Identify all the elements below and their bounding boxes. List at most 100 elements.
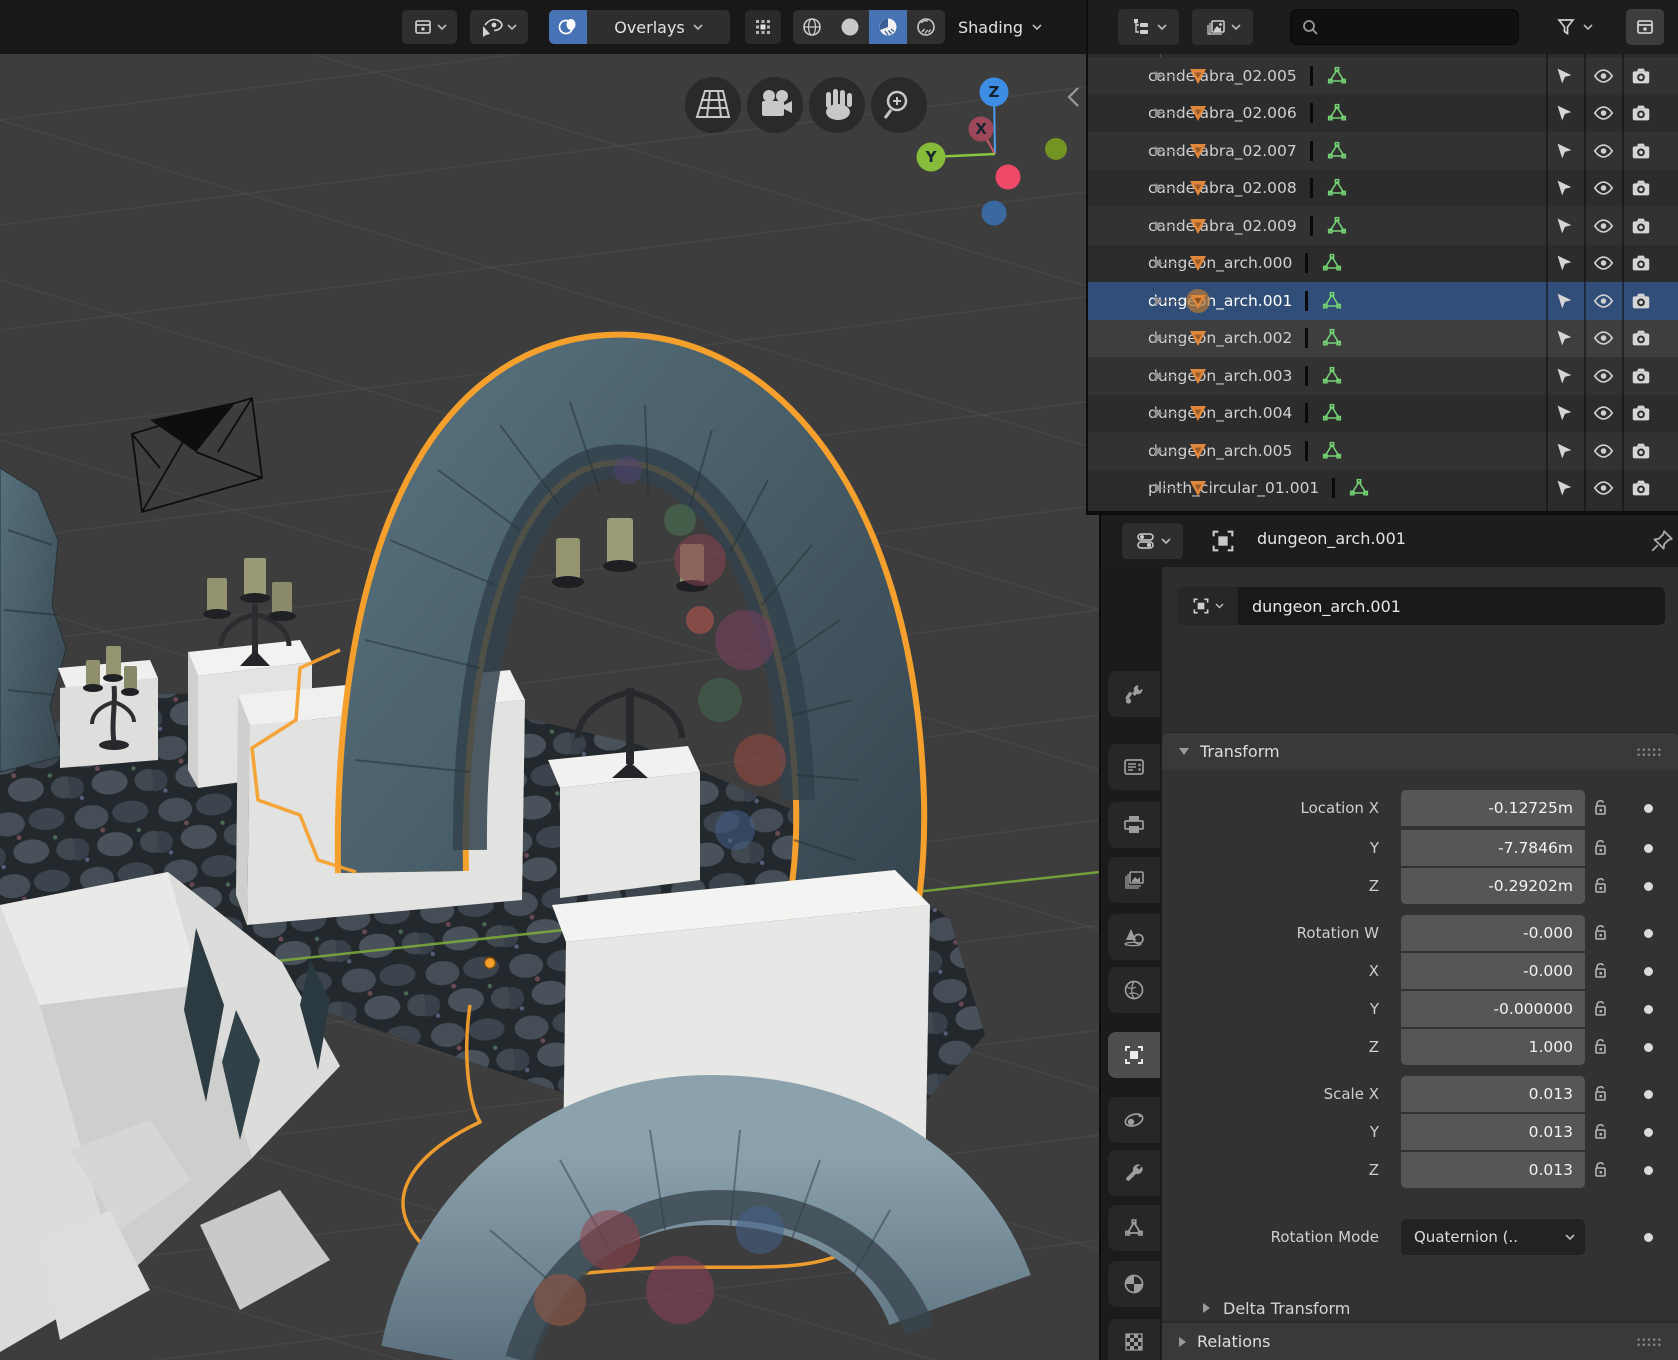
rendered-shading-button[interactable] xyxy=(907,10,945,44)
location-x-field[interactable]: -0.12725m xyxy=(1401,790,1585,826)
expand-arrow-icon[interactable] xyxy=(1154,332,1163,344)
select-cursor-icon[interactable] xyxy=(1553,477,1575,499)
restriction-toggles-button[interactable] xyxy=(1626,9,1664,45)
render-camera-icon[interactable] xyxy=(1630,290,1652,312)
expand-arrow-icon[interactable] xyxy=(1154,295,1163,307)
hide-eye-icon[interactable] xyxy=(1592,102,1615,124)
hide-eye-icon[interactable] xyxy=(1592,252,1615,274)
scale-x-field[interactable]: 0.013 xyxy=(1401,1076,1585,1112)
outliner-row[interactable]: dungeon_arch.005 xyxy=(1088,432,1678,470)
wireframe-shading-button[interactable] xyxy=(793,10,831,44)
hide-eye-icon[interactable] xyxy=(1592,65,1615,87)
expand-arrow-icon[interactable] xyxy=(1154,482,1163,494)
location-y-field[interactable]: -7.7846m xyxy=(1401,830,1585,866)
rotation-x-field[interactable]: -0.000 xyxy=(1401,953,1585,989)
hide-eye-icon[interactable] xyxy=(1592,215,1615,237)
outliner-row[interactable]: candelabra_02.005 xyxy=(1088,57,1678,95)
select-cursor-icon[interactable] xyxy=(1553,140,1575,162)
tab-view-layer[interactable] xyxy=(1108,857,1160,903)
outliner-row[interactable]: plinth_circular_01.001 xyxy=(1088,470,1678,508)
select-cursor-icon[interactable] xyxy=(1553,65,1575,87)
render-camera-icon[interactable] xyxy=(1630,327,1652,349)
lock-icon[interactable] xyxy=(1592,923,1609,943)
render-camera-icon[interactable] xyxy=(1630,252,1652,274)
select-cursor-icon[interactable] xyxy=(1553,177,1575,199)
panel-drag-handle[interactable] xyxy=(1636,747,1662,757)
expand-arrow-icon[interactable] xyxy=(1154,257,1163,269)
editor-type-outliner-button[interactable] xyxy=(1118,9,1179,45)
render-camera-icon[interactable] xyxy=(1630,402,1652,424)
rotation-w-field[interactable]: -0.000 xyxy=(1401,915,1585,951)
lock-icon[interactable] xyxy=(1592,1084,1609,1104)
hide-eye-icon[interactable] xyxy=(1592,365,1615,387)
select-cursor-icon[interactable] xyxy=(1553,327,1575,349)
expand-arrow-icon[interactable] xyxy=(1154,145,1163,157)
animate-dot[interactable] xyxy=(1644,929,1653,938)
shading-dropdown-label[interactable]: Shading xyxy=(958,18,1023,37)
expand-arrow-icon[interactable] xyxy=(1154,107,1163,119)
rotation-y-field[interactable]: -0.000000 xyxy=(1401,991,1585,1027)
outliner-row[interactable]: candelabra_02.009 xyxy=(1088,207,1678,245)
select-cursor-icon[interactable] xyxy=(1553,215,1575,237)
tab-scene[interactable] xyxy=(1108,914,1160,960)
transform-panel-header[interactable]: Transform xyxy=(1162,732,1678,770)
lock-icon[interactable] xyxy=(1592,961,1609,981)
select-cursor-icon[interactable] xyxy=(1553,365,1575,387)
expand-arrow-icon[interactable] xyxy=(1154,370,1163,382)
hide-eye-icon[interactable] xyxy=(1592,440,1615,462)
render-camera-icon[interactable] xyxy=(1630,215,1652,237)
expand-arrow-icon[interactable] xyxy=(1154,182,1163,194)
xray-toggle-button[interactable] xyxy=(745,10,781,44)
tab-object[interactable] xyxy=(1108,1032,1160,1078)
tab-object-data[interactable] xyxy=(1108,1205,1160,1251)
location-z-field[interactable]: -0.29202m xyxy=(1401,868,1585,904)
object-name-field[interactable]: dungeon_arch.001 xyxy=(1238,587,1665,625)
animate-dot[interactable] xyxy=(1644,1090,1653,1099)
lock-icon[interactable] xyxy=(1592,1122,1609,1142)
display-mode-dropdown-button[interactable] xyxy=(1192,9,1253,45)
gizmos-dropdown-button[interactable] xyxy=(402,10,457,44)
rotation-mode-dropdown[interactable]: Quaternion (.. xyxy=(1401,1219,1585,1255)
render-camera-icon[interactable] xyxy=(1630,102,1652,124)
select-cursor-icon[interactable] xyxy=(1553,252,1575,274)
expand-arrow-icon[interactable] xyxy=(1154,445,1163,457)
select-cursor-icon[interactable] xyxy=(1553,102,1575,124)
lock-icon[interactable] xyxy=(1592,798,1609,818)
overlays-button[interactable]: Overlays xyxy=(549,10,730,44)
pan-view-button[interactable] xyxy=(809,77,865,133)
animate-dot[interactable] xyxy=(1644,1043,1653,1052)
outliner-row[interactable]: dungeon_arch.002 xyxy=(1088,320,1678,358)
lock-icon[interactable] xyxy=(1592,999,1609,1019)
lock-icon[interactable] xyxy=(1592,1160,1609,1180)
outliner-row[interactable]: candelabra_02.007 xyxy=(1088,132,1678,170)
render-camera-icon[interactable] xyxy=(1630,177,1652,199)
lock-icon[interactable] xyxy=(1592,1037,1609,1057)
solid-shading-button[interactable] xyxy=(831,10,869,44)
object-visibility-dropdown-button[interactable] xyxy=(470,10,528,44)
select-cursor-icon[interactable] xyxy=(1553,440,1575,462)
tab-render[interactable] xyxy=(1108,744,1160,790)
filter-dropdown-button[interactable] xyxy=(1555,9,1593,45)
animate-dot[interactable] xyxy=(1644,967,1653,976)
animate-dot[interactable] xyxy=(1644,1128,1653,1137)
select-cursor-icon[interactable] xyxy=(1553,290,1575,312)
lock-icon[interactable] xyxy=(1592,838,1609,858)
relations-panel-header[interactable]: Relations xyxy=(1162,1322,1678,1360)
editor-type-properties-button[interactable] xyxy=(1122,523,1183,559)
render-camera-icon[interactable] xyxy=(1630,140,1652,162)
tab-material[interactable] xyxy=(1108,1261,1160,1307)
pin-icon[interactable] xyxy=(1649,528,1675,554)
animate-dot[interactable] xyxy=(1644,1233,1653,1242)
expand-arrow-icon[interactable] xyxy=(1154,220,1163,232)
outliner-row[interactable]: candelabra_02.006 xyxy=(1088,95,1678,133)
animate-dot[interactable] xyxy=(1644,1005,1653,1014)
animate-dot[interactable] xyxy=(1644,804,1653,813)
hide-eye-icon[interactable] xyxy=(1592,177,1615,199)
outliner-row[interactable]: candelabra_02.008 xyxy=(1088,170,1678,208)
lock-icon[interactable] xyxy=(1592,876,1609,896)
outliner-row[interactable]: dungeon_arch.004 xyxy=(1088,395,1678,433)
render-camera-icon[interactable] xyxy=(1630,440,1652,462)
expand-arrow-icon[interactable] xyxy=(1154,407,1163,419)
zoom-view-button[interactable] xyxy=(871,77,927,133)
projection-toggle-button[interactable] xyxy=(685,77,741,133)
